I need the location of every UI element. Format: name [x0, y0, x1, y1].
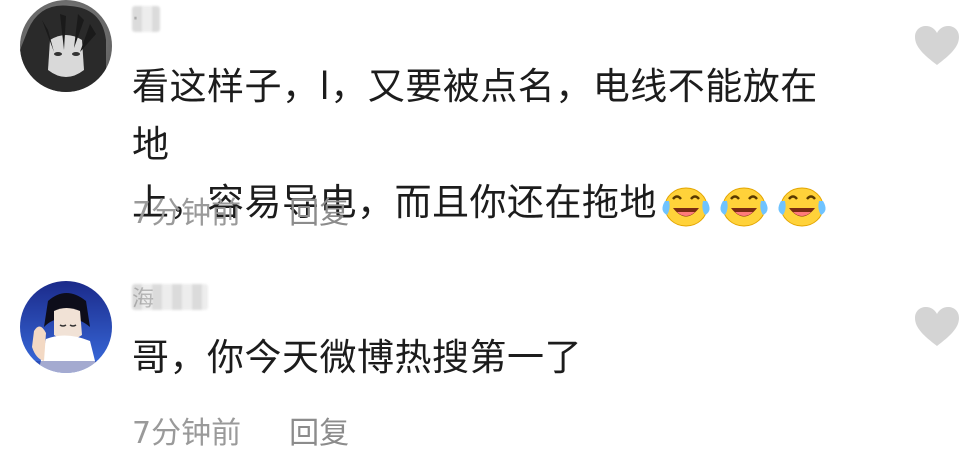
heart-icon — [915, 307, 959, 346]
avatar[interactable] — [20, 281, 112, 373]
like-button[interactable] — [914, 306, 960, 348]
comment-text-line: 哥，你今天微博热搜第一了 — [132, 336, 582, 379]
avatar-image — [20, 281, 112, 373]
username-text: 海 — [132, 287, 155, 312]
comment-item: 海 哥，你今天微博热搜第一了 7分钟前 回复 — [0, 0, 977, 451]
comment-meta: 7分钟前 回复 — [132, 408, 349, 452]
timestamp: 7分钟前 — [132, 416, 242, 451]
reply-button[interactable]: 回复 — [289, 408, 349, 452]
username[interactable]: 海 — [132, 282, 208, 312]
comment-text: 哥，你今天微博热搜第一了 — [132, 329, 852, 387]
comment-list: · 看这样子，l，又要被点名，电线不能放在地 上，容易导电，而且你还在拖地 7分… — [0, 0, 977, 460]
